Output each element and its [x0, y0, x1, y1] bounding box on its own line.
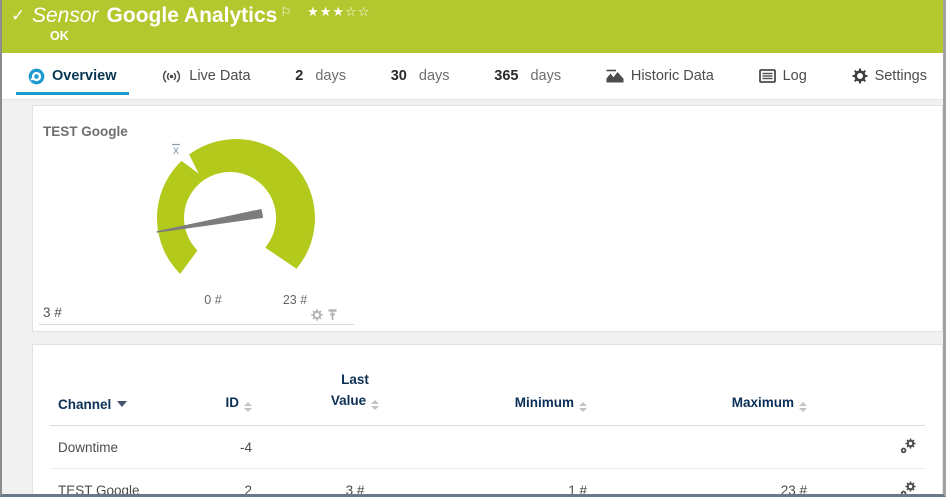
sensor-name: Google Analytics: [106, 4, 278, 27]
tab-label: days: [315, 68, 346, 84]
table-row-test-google: TEST Google 2 3 # 1 # 23 #: [50, 468, 925, 497]
tab-live-data[interactable]: Live Data: [149, 53, 262, 99]
sort-icon: [579, 401, 587, 412]
column-header-maximum[interactable]: Maximum: [595, 345, 815, 426]
tab-label: Log: [782, 68, 807, 84]
gear-icon: [852, 68, 868, 84]
prtg-sensor-window: ✓ Sensor Google Analytics ⚐ ★★★☆☆ OK Overvi…: [0, 0, 946, 497]
channel-settings-gears-icon[interactable]: [900, 481, 917, 497]
tab-historic-data[interactable]: Historic Data: [594, 53, 726, 99]
status-badge: OK: [50, 29, 69, 43]
log-icon: [758, 69, 776, 83]
column-header-last-value[interactable]: Last Value: [260, 345, 450, 426]
gauge-max-label: 23 #: [283, 293, 307, 307]
sort-icon: [244, 401, 252, 412]
cell-id: -4: [195, 425, 260, 469]
gauge-channel-title: TEST Google: [43, 124, 128, 139]
cell-maximum: 23 #: [780, 482, 807, 497]
tab-bar: Overview Live Data 2 days 30 days 365 da…: [2, 53, 943, 100]
gauge-icon: [28, 68, 45, 84]
cell-last-value: [260, 425, 450, 469]
tab-settings[interactable]: Settings: [840, 53, 939, 99]
column-header-actions: [815, 345, 925, 426]
cell-minimum: [450, 425, 595, 469]
gauge-min-label: 0 #: [204, 293, 221, 307]
cell-id: 2: [244, 482, 252, 497]
column-header-channel[interactable]: Channel: [50, 345, 195, 426]
object-kind-label: Sensor: [32, 4, 99, 27]
column-label: ID: [225, 394, 240, 410]
tab-number: 365: [494, 68, 519, 84]
channels-table-panel: Channel ID Last Value Minimum Maximum Do…: [32, 344, 943, 494]
cell-channel: TEST Google: [58, 482, 140, 497]
table-row-downtime: Downtime -4: [50, 425, 925, 469]
status-ok-check-icon: ✓: [11, 6, 26, 25]
channel-gauge-tile: TEST Google x 0 # 23 # 3 #: [39, 113, 354, 325]
tab-label: days: [418, 68, 450, 84]
sort-desc-icon: [117, 400, 128, 407]
channels-table: Channel ID Last Value Minimum Maximum Do…: [50, 345, 925, 497]
gear-icon[interactable]: [311, 309, 323, 321]
gauge-current-value: 3 #: [43, 305, 62, 320]
cell-channel: Downtime: [50, 425, 195, 469]
channel-settings-gears-icon[interactable]: [900, 438, 917, 454]
tab-label: Live Data: [189, 68, 251, 84]
priority-stars[interactable]: ★★★☆☆: [307, 4, 370, 19]
column-label: Last Value: [330, 371, 369, 408]
tab-number: 2: [295, 68, 304, 84]
area-chart-icon: [606, 69, 624, 82]
column-label: Channel: [58, 396, 112, 412]
tab-number: 30: [390, 68, 407, 84]
cell-maximum: [595, 425, 815, 469]
gauge-average-label: x: [173, 145, 179, 157]
tab-overview[interactable]: Overview: [16, 53, 129, 99]
tab-2-days[interactable]: 2 days: [283, 53, 358, 99]
cell-minimum: 1 #: [568, 482, 587, 497]
gauge-chart: x 0 # 23 #: [156, 139, 315, 307]
overview-gauge-panel: TEST Google x 0 # 23 # 3 #: [32, 105, 943, 332]
sort-icon: [371, 399, 380, 410]
gauge-tile-toolbar: [311, 309, 338, 321]
cell-last-value: 3 #: [345, 482, 365, 497]
column-header-minimum[interactable]: Minimum: [450, 345, 595, 426]
tab-30-days[interactable]: 30 days: [379, 53, 462, 99]
tab-365-days[interactable]: 365 days: [482, 53, 573, 99]
tab-label: Overview: [52, 68, 117, 84]
tab-label: Historic Data: [630, 68, 714, 84]
sort-icon: [799, 401, 807, 412]
table-header-row: Channel ID Last Value Minimum Maximum: [50, 345, 925, 426]
column-label: Minimum: [514, 394, 574, 410]
sensor-status-banner: ✓ Sensor Google Analytics ⚐ ★★★☆☆ OK: [2, 0, 943, 53]
priority-flag-icon[interactable]: ⚐: [280, 5, 291, 19]
column-header-id[interactable]: ID: [195, 345, 260, 426]
live-data-icon: [163, 70, 181, 82]
tab-log[interactable]: Log: [747, 53, 819, 99]
pin-icon[interactable]: [327, 309, 338, 321]
tab-label: Settings: [874, 68, 927, 84]
sensor-title-row: Sensor Google Analytics ⚐ ★★★☆☆: [32, 4, 370, 28]
tab-label: days: [530, 68, 562, 84]
column-label: Maximum: [731, 394, 794, 410]
